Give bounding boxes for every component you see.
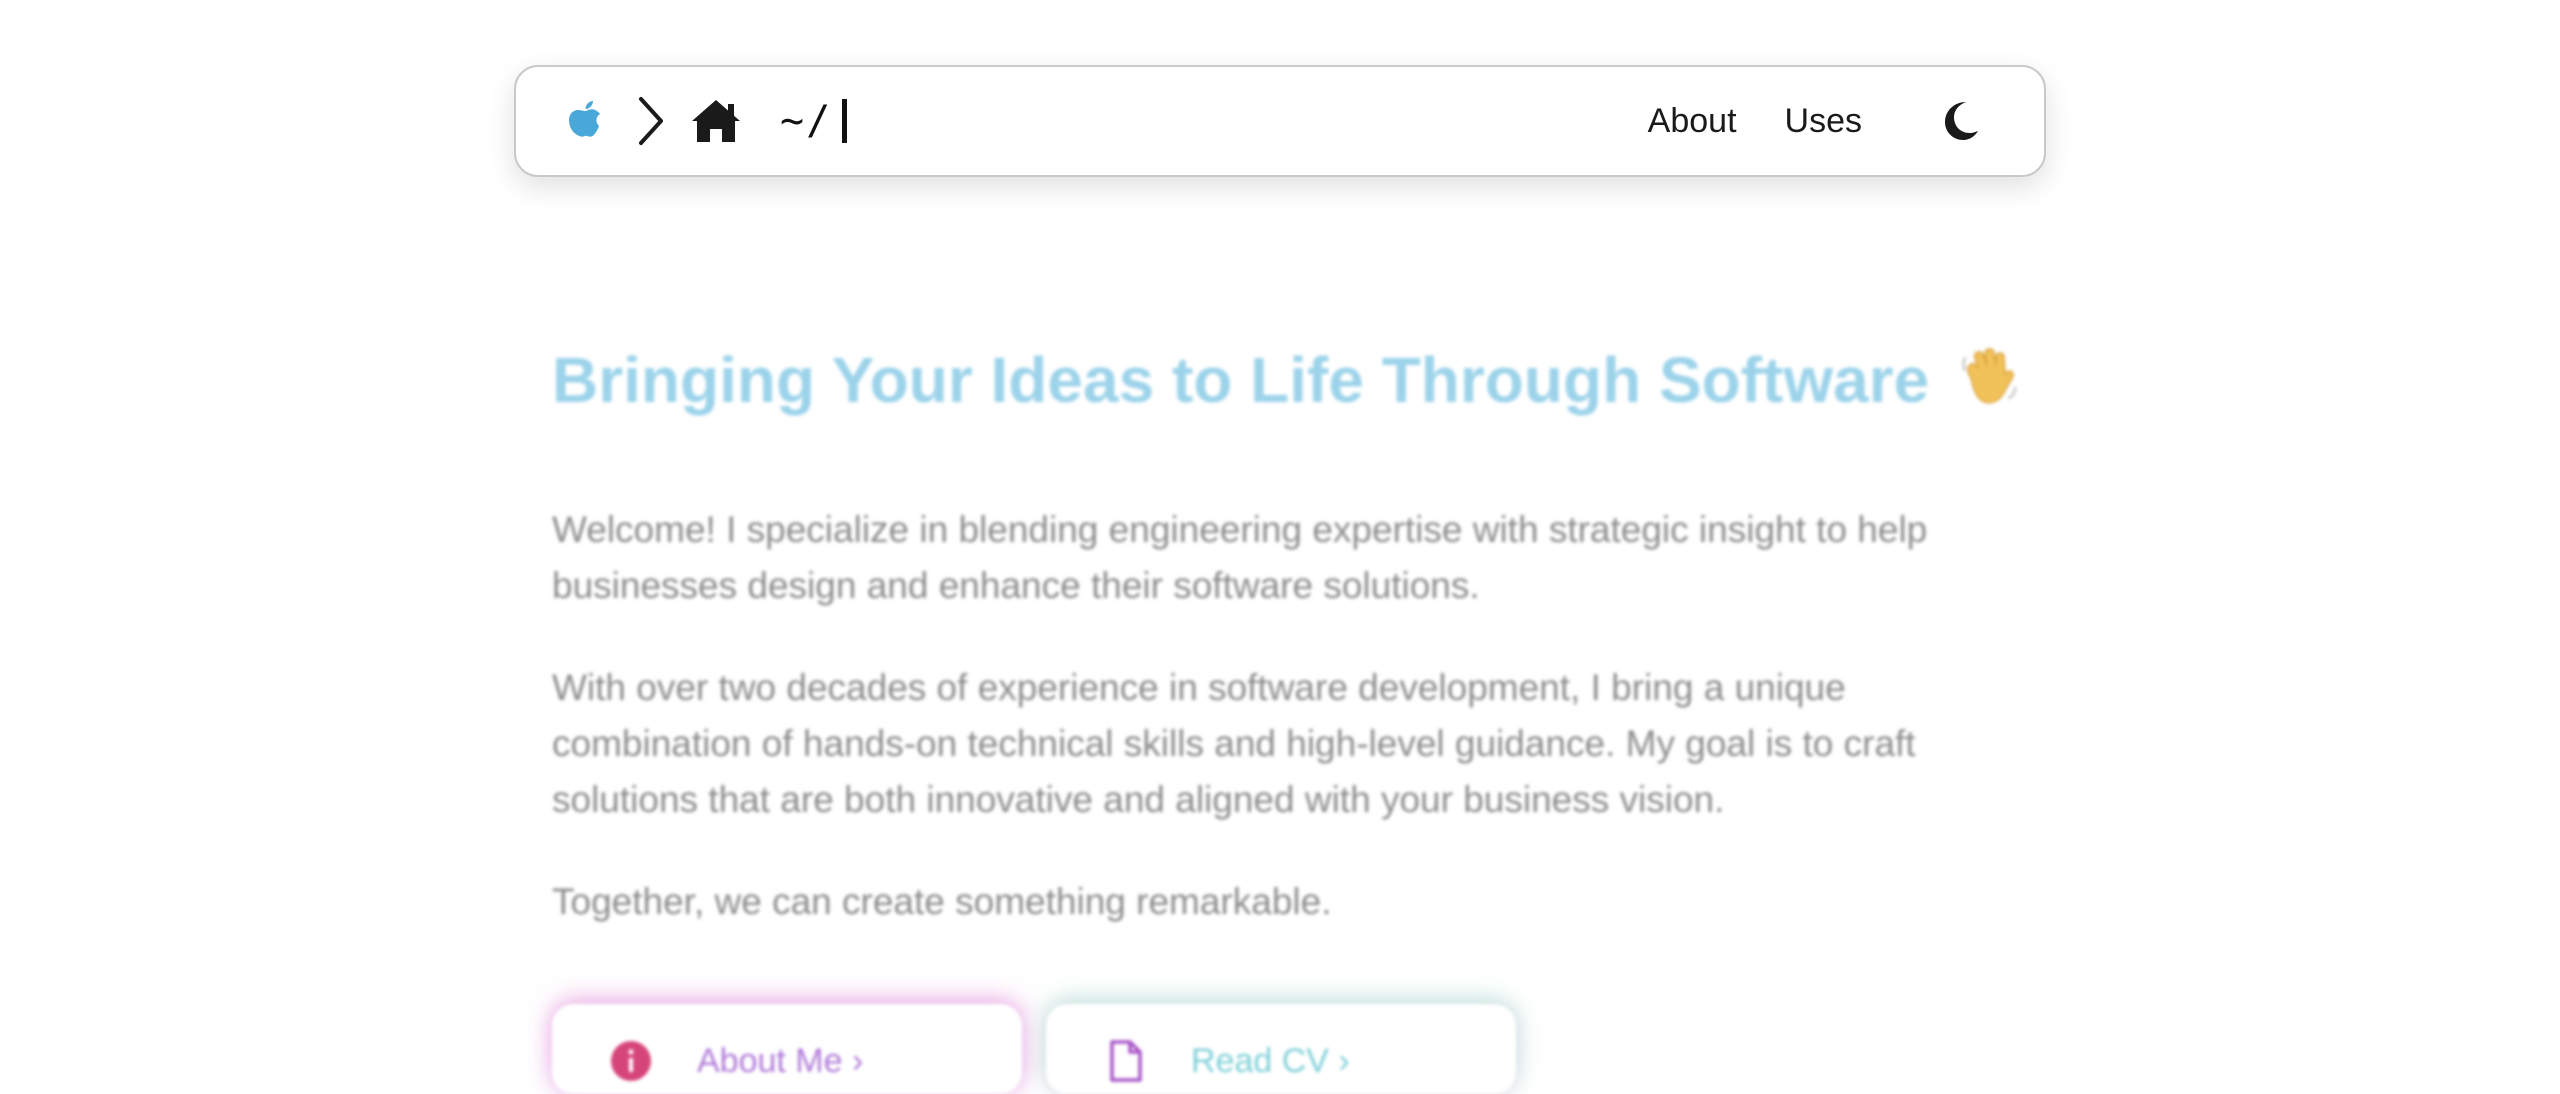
action-cards: About Me › Read CV › xyxy=(552,1004,1552,1094)
hero-title-text: Bringing Your Ideas to Life Through Soft… xyxy=(552,344,1930,416)
experience-paragraph: With over two decades of experience in s… xyxy=(552,667,1916,820)
closing-paragraph: Together, we can create something remark… xyxy=(552,881,1332,922)
hero-title: Bringing Your Ideas to Life Through Soft… xyxy=(552,330,2017,430)
nav-link-about[interactable]: About xyxy=(1648,102,1737,141)
apple-icon[interactable] xyxy=(566,97,606,145)
current-path: ~/ xyxy=(780,98,833,144)
moon-icon[interactable] xyxy=(1942,100,1980,142)
nav-breadcrumb: ~/ xyxy=(566,67,848,175)
home-icon[interactable] xyxy=(690,98,742,144)
intro-paragraph: Welcome! I specialize in blending engine… xyxy=(552,509,1928,606)
navbar: ~/ About Uses xyxy=(514,65,2046,177)
waving-hand-icon xyxy=(1962,348,2017,404)
nav-links: About Uses xyxy=(1600,67,1980,175)
chevron-right-icon xyxy=(639,97,663,145)
text-cursor xyxy=(842,99,848,143)
nav-link-uses[interactable]: Uses xyxy=(1785,102,1862,141)
read-cv-card[interactable]: Read CV › xyxy=(1046,1004,1516,1094)
hero-section: Bringing Your Ideas to Life Through Soft… xyxy=(552,330,2017,930)
about-me-card[interactable]: About Me › xyxy=(552,1004,1022,1094)
read-cv-label: Read CV › xyxy=(1191,1042,1350,1080)
about-me-label: About Me › xyxy=(697,1042,864,1080)
document-icon xyxy=(1110,1040,1142,1082)
info-icon xyxy=(611,1041,651,1081)
